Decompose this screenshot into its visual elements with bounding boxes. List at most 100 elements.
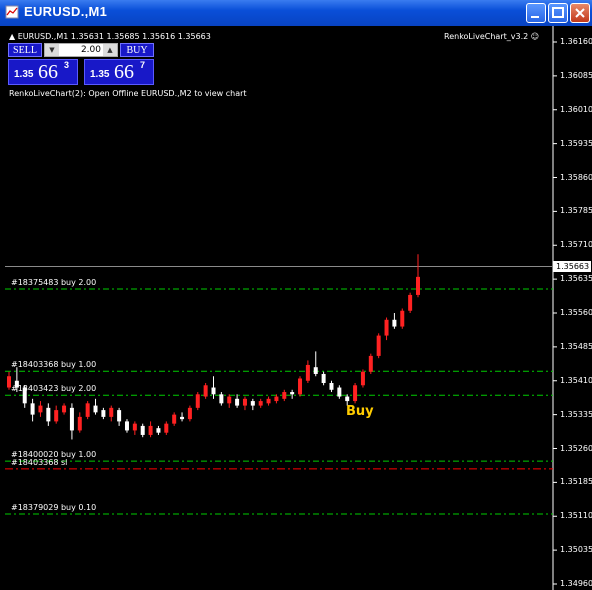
- order-line-label: #18403423 buy 2.00: [11, 384, 97, 394]
- candle-body: [124, 421, 129, 431]
- candle-body: [282, 392, 287, 399]
- minimize-button[interactable]: [526, 3, 546, 23]
- price-tick-label: 1.35560: [560, 308, 592, 317]
- candle-body: [132, 423, 137, 431]
- title-bar[interactable]: EURUSD.,M1: [0, 0, 592, 26]
- indicator-name: RenkoLiveChart_v3.2: [444, 32, 529, 41]
- minimize-icon: [531, 16, 539, 18]
- price-tick-label: 1.36010: [560, 104, 592, 114]
- candle-body: [101, 410, 106, 417]
- buy-price-box[interactable]: 1.35 66 7: [84, 59, 154, 85]
- candle-body: [329, 383, 334, 390]
- candle-body: [235, 398, 240, 406]
- order-line-label: #18403368 sl: [11, 457, 68, 467]
- price-tick-label: 1.35185: [560, 477, 592, 487]
- window-title: EURUSD.,M1: [24, 4, 108, 19]
- collapse-triangle-icon[interactable]: ▲: [9, 32, 15, 41]
- order-line-label: #18403368 buy 1.00: [11, 360, 97, 370]
- price-tick-label: 1.35485: [560, 341, 592, 351]
- candle-body: [376, 335, 381, 356]
- candle-body: [353, 385, 358, 402]
- candle-body: [360, 371, 365, 386]
- price-tick-label: 1.34960: [560, 579, 592, 588]
- candle-body: [148, 425, 153, 435]
- candle-body: [38, 405, 43, 413]
- candle-body: [109, 407, 114, 417]
- candle-body: [77, 416, 82, 431]
- candle-body: [211, 387, 216, 395]
- candle-body: [313, 367, 318, 374]
- chart-window: EURUSD.,M1 ▲ EURUSD.,M1 1.35631 1.35685 …: [0, 0, 592, 590]
- candle-body: [227, 396, 232, 404]
- candle-body: [93, 405, 98, 413]
- candle-body: [140, 425, 145, 435]
- buy-button[interactable]: BUY: [120, 43, 154, 57]
- lot-decrease-icon[interactable]: ▼: [45, 44, 59, 56]
- candle-body: [258, 401, 263, 406]
- one-click-trade-panel: SELL ▼ ▲ BUY 1.35 66 3 1.35 66 7: [8, 43, 154, 85]
- close-icon: [575, 8, 585, 18]
- indicator-label: RenkoLiveChart_v3.2 ☺: [444, 32, 539, 41]
- order-line-label: #18379029 buy 0.10: [11, 502, 97, 512]
- sell-price-small: 1.35: [14, 69, 34, 80]
- buy-annotation: Buy: [346, 404, 374, 419]
- candle-body: [345, 396, 350, 402]
- candle-body: [392, 319, 397, 327]
- lot-size-input[interactable]: [61, 44, 101, 56]
- price-tick-label: 1.36160: [560, 37, 592, 46]
- price-tick-label: 1.35635: [560, 274, 592, 284]
- candle-body: [69, 407, 74, 431]
- symbol-line: ▲ EURUSD.,M1 1.35631 1.35685 1.35616 1.3…: [9, 32, 211, 41]
- sell-price-big: 66: [38, 61, 58, 83]
- candle-body: [85, 403, 90, 417]
- price-tick-label: 1.35110: [560, 511, 592, 521]
- price-tick-label: 1.35935: [560, 138, 592, 148]
- current-price-label: 1.35663: [553, 261, 591, 273]
- lot-size-control: ▼ ▲: [44, 43, 118, 57]
- price-tick-label: 1.35260: [560, 443, 592, 453]
- lot-increase-icon[interactable]: ▲: [103, 44, 117, 56]
- candle-body: [274, 396, 279, 402]
- candle-body: [305, 364, 310, 381]
- price-tick-label: 1.35785: [560, 206, 592, 216]
- price-tick-label: 1.35710: [560, 240, 592, 250]
- buy-price-sup: 7: [140, 60, 146, 70]
- maximize-icon: [552, 7, 564, 18]
- candle-body: [321, 373, 326, 384]
- candle-body: [46, 407, 51, 422]
- candle-body: [195, 394, 200, 408]
- candle-body: [416, 276, 420, 295]
- price-tick-label: 1.36085: [560, 70, 592, 80]
- candle-body: [62, 405, 67, 413]
- candle-body: [117, 410, 122, 422]
- buy-price-big: 66: [114, 61, 134, 83]
- candle-body: [164, 423, 169, 433]
- candle-body: [203, 385, 208, 397]
- candle-body: [266, 398, 271, 404]
- order-line-label: #18375483 buy 2.00: [11, 278, 97, 288]
- candle-body: [298, 378, 303, 395]
- price-tick-label: 1.35035: [560, 545, 592, 555]
- close-button[interactable]: [570, 3, 590, 23]
- candle-body: [384, 319, 389, 336]
- price-tick-label: 1.35335: [560, 409, 592, 419]
- sell-price-sup: 3: [64, 60, 70, 70]
- candle-body: [368, 355, 373, 372]
- candle-body: [30, 403, 35, 415]
- candle-body: [187, 407, 192, 420]
- candle-body: [337, 387, 342, 397]
- price-tick-label: 1.35410: [560, 375, 592, 385]
- smiley-icon: ☺: [530, 32, 540, 41]
- chart-area[interactable]: ▲ EURUSD.,M1 1.35631 1.35685 1.35616 1.3…: [0, 26, 592, 590]
- sell-button[interactable]: SELL: [8, 43, 42, 57]
- candle-body: [242, 398, 247, 406]
- candle-body: [400, 310, 405, 327]
- maximize-button[interactable]: [548, 3, 568, 23]
- candle-body: [54, 410, 59, 422]
- status-text: RenkoLiveChart(2): Open Offline EURUSD.,…: [9, 89, 247, 98]
- buy-price-small: 1.35: [90, 69, 110, 80]
- sell-price-box[interactable]: 1.35 66 3: [8, 59, 78, 85]
- candle-body: [250, 401, 255, 406]
- chart-window-icon: [5, 5, 19, 19]
- candle-body: [172, 414, 177, 424]
